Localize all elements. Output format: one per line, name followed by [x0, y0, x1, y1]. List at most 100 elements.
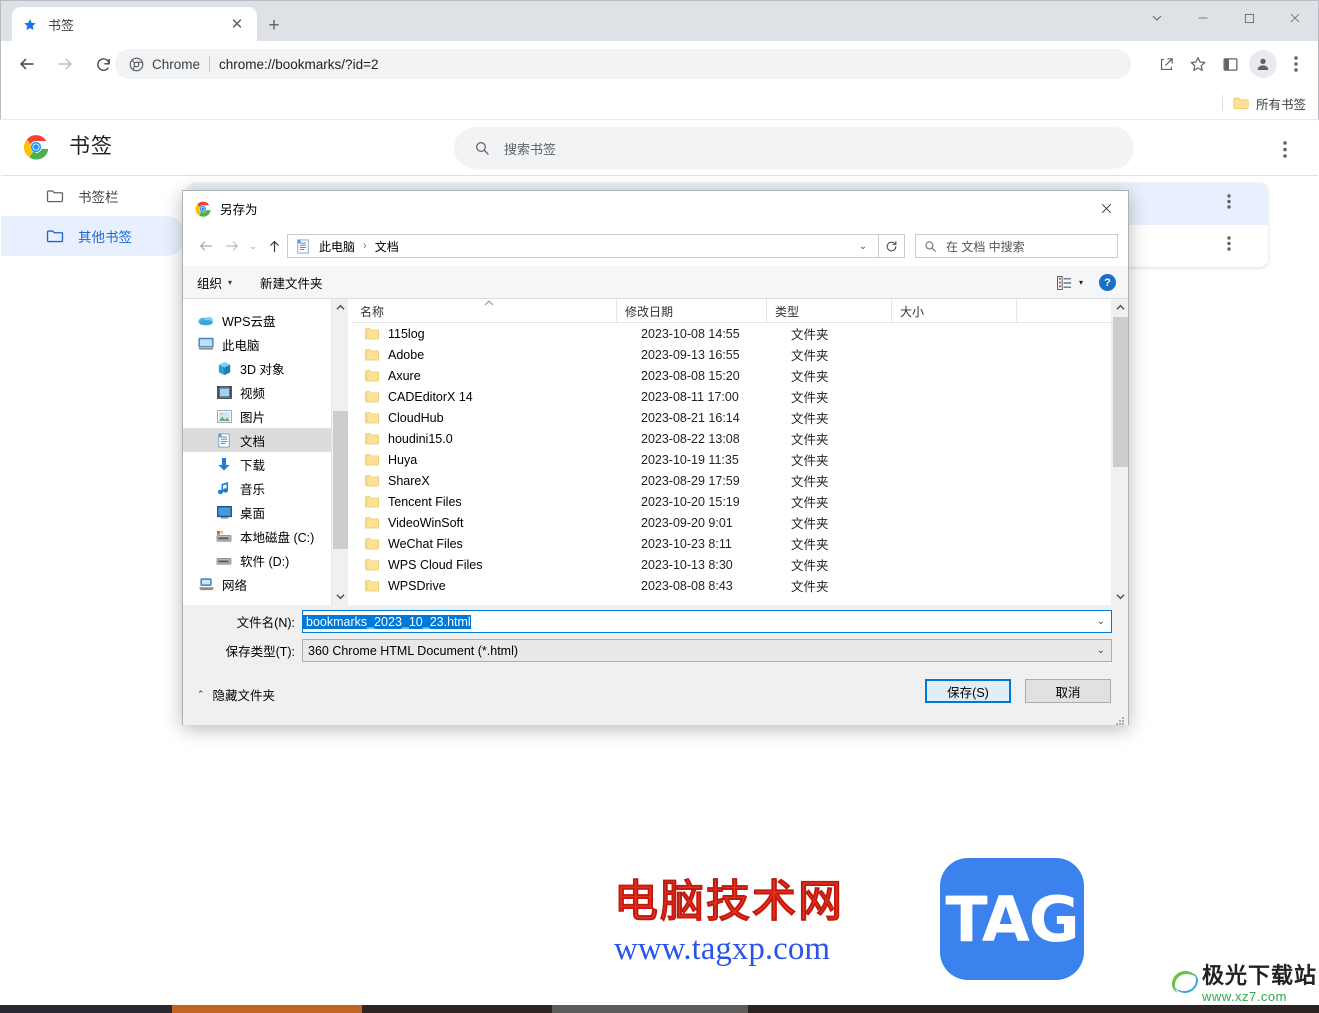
file-row[interactable]: 115log 2023-10-08 14:55 文件夹: [352, 323, 1128, 344]
file-row[interactable]: WPSDrive 2023-08-08 8:43 文件夹: [352, 575, 1128, 596]
tree-item-downloads[interactable]: 下载: [183, 452, 331, 476]
file-row[interactable]: Tencent Files 2023-10-20 15:19 文件夹: [352, 491, 1128, 512]
tree-item-local-disk-c[interactable]: 本地磁盘 (C:): [183, 524, 331, 548]
drive-icon: [215, 551, 233, 569]
bookmark-star-icon[interactable]: [1182, 48, 1214, 80]
bookmark-row-menu-icon[interactable]: [1227, 236, 1231, 256]
file-modified-date: 2023-09-20 9:01: [641, 515, 733, 530]
dialog-up-button[interactable]: [261, 233, 287, 259]
dialog-back-button[interactable]: [193, 233, 219, 259]
recent-locations-icon[interactable]: ⌄: [245, 233, 261, 259]
new-tab-button[interactable]: +: [261, 13, 287, 39]
breadcrumb-item-documents[interactable]: 文档: [372, 238, 402, 255]
tree-item-desktop[interactable]: 桌面: [183, 500, 331, 524]
filetype-select[interactable]: 360 Chrome HTML Document (*.html) ⌄: [302, 639, 1112, 662]
breadcrumb-bar[interactable]: 此电脑 › 文档 ⌄: [287, 234, 879, 258]
side-panel-icon[interactable]: [1214, 48, 1246, 80]
search-icon: [925, 240, 936, 252]
file-list-header: 名称 修改日期 类型 大小: [352, 299, 1128, 323]
tree-item-label: 网络: [222, 578, 248, 593]
minimize-icon[interactable]: [1180, 1, 1226, 35]
file-row[interactable]: CloudHub 2023-08-21 16:14 文件夹: [352, 407, 1128, 428]
tree-item-this-pc[interactable]: 此电脑: [183, 332, 331, 356]
taskbar-segment: [0, 1005, 172, 1013]
column-header-type[interactable]: 类型: [767, 299, 892, 322]
tree-item-pictures[interactable]: 图片: [183, 404, 331, 428]
resize-grip[interactable]: [1115, 713, 1125, 725]
watermark-corner-text: 极光下载站 www.xz7.com: [1202, 958, 1317, 1004]
organize-button[interactable]: 组织 ▾: [197, 273, 232, 292]
back-button[interactable]: [11, 48, 43, 80]
column-header-date[interactable]: 修改日期: [617, 299, 767, 322]
scroll-down-icon[interactable]: [1112, 588, 1128, 605]
omnibox-chip-label: Chrome: [152, 56, 201, 72]
taskbar-strip: [0, 1005, 1319, 1013]
filename-input[interactable]: bookmarks_2023_10_23.html ⌄: [302, 610, 1112, 633]
tree-scrollbar-thumb[interactable]: [333, 411, 348, 549]
folder-icon: [46, 230, 64, 243]
file-row[interactable]: Axure 2023-08-08 15:20 文件夹: [352, 365, 1128, 386]
all-bookmarks-button[interactable]: 所有书签: [1233, 94, 1306, 113]
browser-menu-icon[interactable]: [1280, 48, 1312, 80]
file-type: 文件夹: [791, 391, 829, 405]
tree-item-wps-cloud[interactable]: WPS云盘: [183, 308, 331, 332]
tree-item-network[interactable]: 网络: [183, 572, 331, 596]
watermark-main: 电脑技术网 www.tagxp.com: [614, 865, 844, 968]
tree-scrollbar[interactable]: [331, 299, 348, 605]
forward-button[interactable]: [49, 48, 81, 80]
help-button[interactable]: ?: [1099, 274, 1116, 291]
search-input[interactable]: 搜索书签: [454, 127, 1134, 169]
close-window-icon[interactable]: [1272, 1, 1318, 35]
dialog-search-input[interactable]: 在 文档 中搜索: [915, 234, 1118, 258]
bookmark-row-menu-icon[interactable]: [1227, 194, 1231, 214]
tree-item-software-d[interactable]: 软件 (D:): [183, 548, 331, 572]
videos-icon: [215, 383, 233, 401]
address-bar[interactable]: Chrome chrome://bookmarks/?id=2: [115, 49, 1131, 79]
chevron-down-icon[interactable]: ⌄: [1097, 645, 1105, 656]
profile-avatar[interactable]: [1249, 50, 1277, 78]
scroll-up-icon[interactable]: [1112, 299, 1128, 316]
file-list-scrollbar[interactable]: [1111, 299, 1128, 605]
file-row[interactable]: Adobe 2023-09-13 16:55 文件夹: [352, 344, 1128, 365]
file-row[interactable]: WeChat Files 2023-10-23 8:11 文件夹: [352, 533, 1128, 554]
tree-item-videos[interactable]: 视频: [183, 380, 331, 404]
hide-folders-button[interactable]: ⌃ 隐藏文件夹: [197, 685, 275, 704]
dialog-forward-button[interactable]: [219, 233, 245, 259]
sidebar-item-bookmarks-bar[interactable]: 书签栏: [1, 176, 186, 216]
breadcrumb-item-this-pc[interactable]: 此电脑: [316, 238, 358, 255]
file-scrollbar-thumb[interactable]: [1113, 317, 1128, 467]
dialog-refresh-button[interactable]: [879, 234, 905, 258]
file-name: Axure: [388, 368, 421, 383]
dialog-close-button[interactable]: [1084, 191, 1128, 226]
chevron-down-icon: ▾: [1078, 278, 1083, 287]
cancel-button[interactable]: 取消: [1025, 679, 1111, 703]
breadcrumb-dropdown-icon[interactable]: ⌄: [852, 235, 874, 257]
file-row[interactable]: ShareX 2023-08-29 17:59 文件夹: [352, 470, 1128, 491]
change-view-button[interactable]: ▾: [1057, 275, 1083, 290]
file-row[interactable]: houdini15.0 2023-08-22 13:08 文件夹: [352, 428, 1128, 449]
file-row[interactable]: WPS Cloud Files 2023-10-13 8:30 文件夹: [352, 554, 1128, 575]
tree-item-music[interactable]: 音乐: [183, 476, 331, 500]
tab-close-icon[interactable]: ✕: [227, 15, 247, 35]
bookmark-manager-header: 书签 搜索书签: [1, 120, 1318, 176]
maximize-icon[interactable]: [1226, 1, 1272, 35]
tree-item-documents[interactable]: 文档: [183, 428, 331, 452]
column-header-size[interactable]: 大小: [892, 299, 1017, 322]
new-folder-button[interactable]: 新建文件夹: [260, 273, 323, 292]
scroll-up-icon[interactable]: [332, 299, 348, 316]
browser-tab[interactable]: 书签 ✕: [12, 7, 257, 42]
scroll-down-icon[interactable]: [332, 588, 349, 605]
tree-item-3d-objects[interactable]: 3D 对象: [183, 356, 331, 380]
save-button[interactable]: 保存(S): [925, 679, 1011, 703]
omnibox-separator: [209, 56, 211, 72]
file-row[interactable]: Huya 2023-10-19 11:35 文件夹: [352, 449, 1128, 470]
bookmark-manager-menu-icon[interactable]: [1273, 137, 1297, 161]
sidebar-item-other-bookmarks[interactable]: 其他书签: [1, 216, 186, 256]
chevron-down-icon[interactable]: ⌄: [1097, 616, 1105, 627]
tab-search-icon[interactable]: [1134, 1, 1180, 35]
file-row[interactable]: VideoWinSoft 2023-09-20 9:01 文件夹: [352, 512, 1128, 533]
dialog-footer: ⌃ 隐藏文件夹 保存(S) 取消: [183, 671, 1128, 725]
share-icon[interactable]: [1150, 48, 1182, 80]
file-row[interactable]: CADEditorX 14 2023-08-11 17:00 文件夹: [352, 386, 1128, 407]
dialog-body: WPS云盘 此电脑 3D 对象 视频 图片 文档 下载 音乐 桌面 本地磁盘 (…: [183, 299, 1128, 605]
